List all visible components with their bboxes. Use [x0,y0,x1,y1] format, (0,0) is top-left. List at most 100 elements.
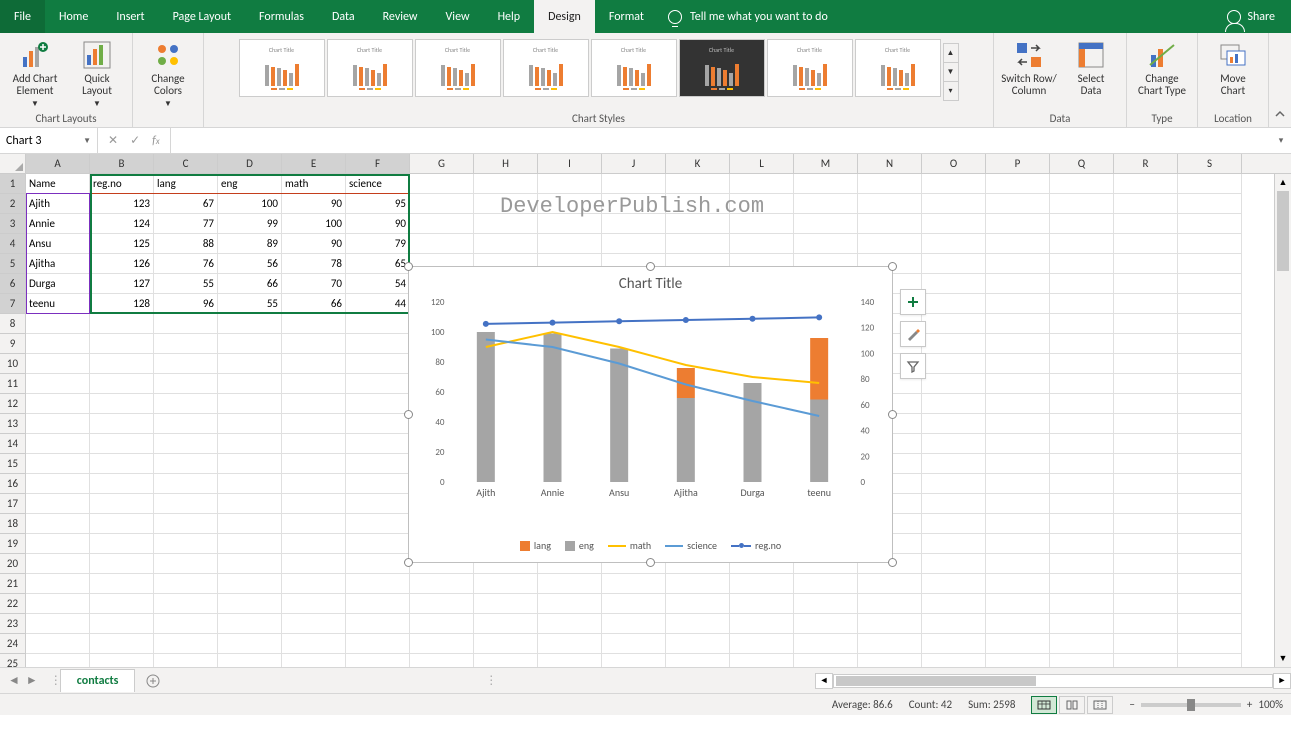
cell-N24[interactable] [858,634,922,654]
cell-O6[interactable] [922,274,986,294]
cell-A3[interactable]: Annie [26,214,90,234]
cell-A24[interactable] [26,634,90,654]
cell-O19[interactable] [922,534,986,554]
cell-K25[interactable] [666,654,730,667]
cell-F25[interactable] [346,654,410,667]
cell-M1[interactable] [794,174,858,194]
cell-I21[interactable] [538,574,602,594]
cell-C4[interactable]: 88 [154,234,218,254]
cell-Q14[interactable] [1050,434,1114,454]
cell-N4[interactable] [858,234,922,254]
cell-A11[interactable] [26,374,90,394]
cell-L1[interactable] [730,174,794,194]
cell-O13[interactable] [922,414,986,434]
cell-P9[interactable] [986,334,1050,354]
cell-I25[interactable] [538,654,602,667]
cell-S3[interactable] [1178,214,1242,234]
cell-P7[interactable] [986,294,1050,314]
chart-styles-button[interactable] [900,321,926,347]
cell-R11[interactable] [1114,374,1178,394]
cell-S9[interactable] [1178,334,1242,354]
cell-P17[interactable] [986,494,1050,514]
fx-icon[interactable]: fx [152,134,160,148]
collapse-ribbon-button[interactable] [1269,33,1291,127]
cell-E5[interactable]: 78 [282,254,346,274]
cell-O1[interactable] [922,174,986,194]
cell-O22[interactable] [922,594,986,614]
cell-Q5[interactable] [1050,254,1114,274]
cell-F10[interactable] [346,354,410,374]
cell-F2[interactable]: 95 [346,194,410,214]
cell-D4[interactable]: 89 [218,234,282,254]
cell-D25[interactable] [218,654,282,667]
row-header-5[interactable]: 5 [0,254,26,274]
cell-N1[interactable] [858,174,922,194]
tab-help[interactable]: Help [484,0,535,33]
col-header-P[interactable]: P [986,154,1050,173]
cell-R12[interactable] [1114,394,1178,414]
cell-K22[interactable] [666,594,730,614]
cell-S19[interactable] [1178,534,1242,554]
cell-E3[interactable]: 100 [282,214,346,234]
cell-S13[interactable] [1178,414,1242,434]
scroll-right-button[interactable]: ► [1273,673,1291,689]
row-header-25[interactable]: 25 [0,654,26,667]
cell-C10[interactable] [154,354,218,374]
cell-C15[interactable] [154,454,218,474]
cell-B7[interactable]: 128 [90,294,154,314]
cell-E18[interactable] [282,514,346,534]
cell-E15[interactable] [282,454,346,474]
chart-style-4[interactable]: Chart Title [503,39,589,97]
col-header-J[interactable]: J [602,154,666,173]
cell-D14[interactable] [218,434,282,454]
cell-A13[interactable] [26,414,90,434]
cell-O23[interactable] [922,614,986,634]
cell-D2[interactable]: 100 [218,194,282,214]
move-chart-button[interactable]: Move Chart [1204,35,1262,97]
cell-Q23[interactable] [1050,614,1114,634]
col-header-N[interactable]: N [858,154,922,173]
row-header-17[interactable]: 17 [0,494,26,514]
cell-S15[interactable] [1178,454,1242,474]
cell-A9[interactable] [26,334,90,354]
cell-S11[interactable] [1178,374,1242,394]
cell-C11[interactable] [154,374,218,394]
col-header-O[interactable]: O [922,154,986,173]
cell-A21[interactable] [26,574,90,594]
row-header-1[interactable]: 1 [0,174,26,194]
cell-O3[interactable] [922,214,986,234]
cell-F9[interactable] [346,334,410,354]
cell-C6[interactable]: 55 [154,274,218,294]
row-header-22[interactable]: 22 [0,594,26,614]
horizontal-scrollbar[interactable]: ◄ ► [815,673,1291,689]
col-header-R[interactable]: R [1114,154,1178,173]
cell-A19[interactable] [26,534,90,554]
name-box[interactable]: Chart 3 ▼ [0,128,98,153]
cell-P13[interactable] [986,414,1050,434]
resize-handle[interactable] [888,558,897,567]
cell-D9[interactable] [218,334,282,354]
cell-J4[interactable] [602,234,666,254]
cell-I4[interactable] [538,234,602,254]
cell-A15[interactable] [26,454,90,474]
cell-D6[interactable]: 66 [218,274,282,294]
resize-handle[interactable] [404,410,413,419]
resize-handle[interactable] [646,262,655,271]
cell-D17[interactable] [218,494,282,514]
cell-A20[interactable] [26,554,90,574]
cell-H23[interactable] [474,614,538,634]
cell-B13[interactable] [90,414,154,434]
row-header-24[interactable]: 24 [0,634,26,654]
quick-layout-button[interactable]: Quick Layout ▼ [68,35,126,109]
cell-P19[interactable] [986,534,1050,554]
cell-Q13[interactable] [1050,414,1114,434]
cell-E2[interactable]: 90 [282,194,346,214]
cell-J23[interactable] [602,614,666,634]
col-header-Q[interactable]: Q [1050,154,1114,173]
row-header-10[interactable]: 10 [0,354,26,374]
cell-A7[interactable]: teenu [26,294,90,314]
cell-L25[interactable] [730,654,794,667]
row-header-15[interactable]: 15 [0,454,26,474]
cell-R7[interactable] [1114,294,1178,314]
cell-J1[interactable] [602,174,666,194]
